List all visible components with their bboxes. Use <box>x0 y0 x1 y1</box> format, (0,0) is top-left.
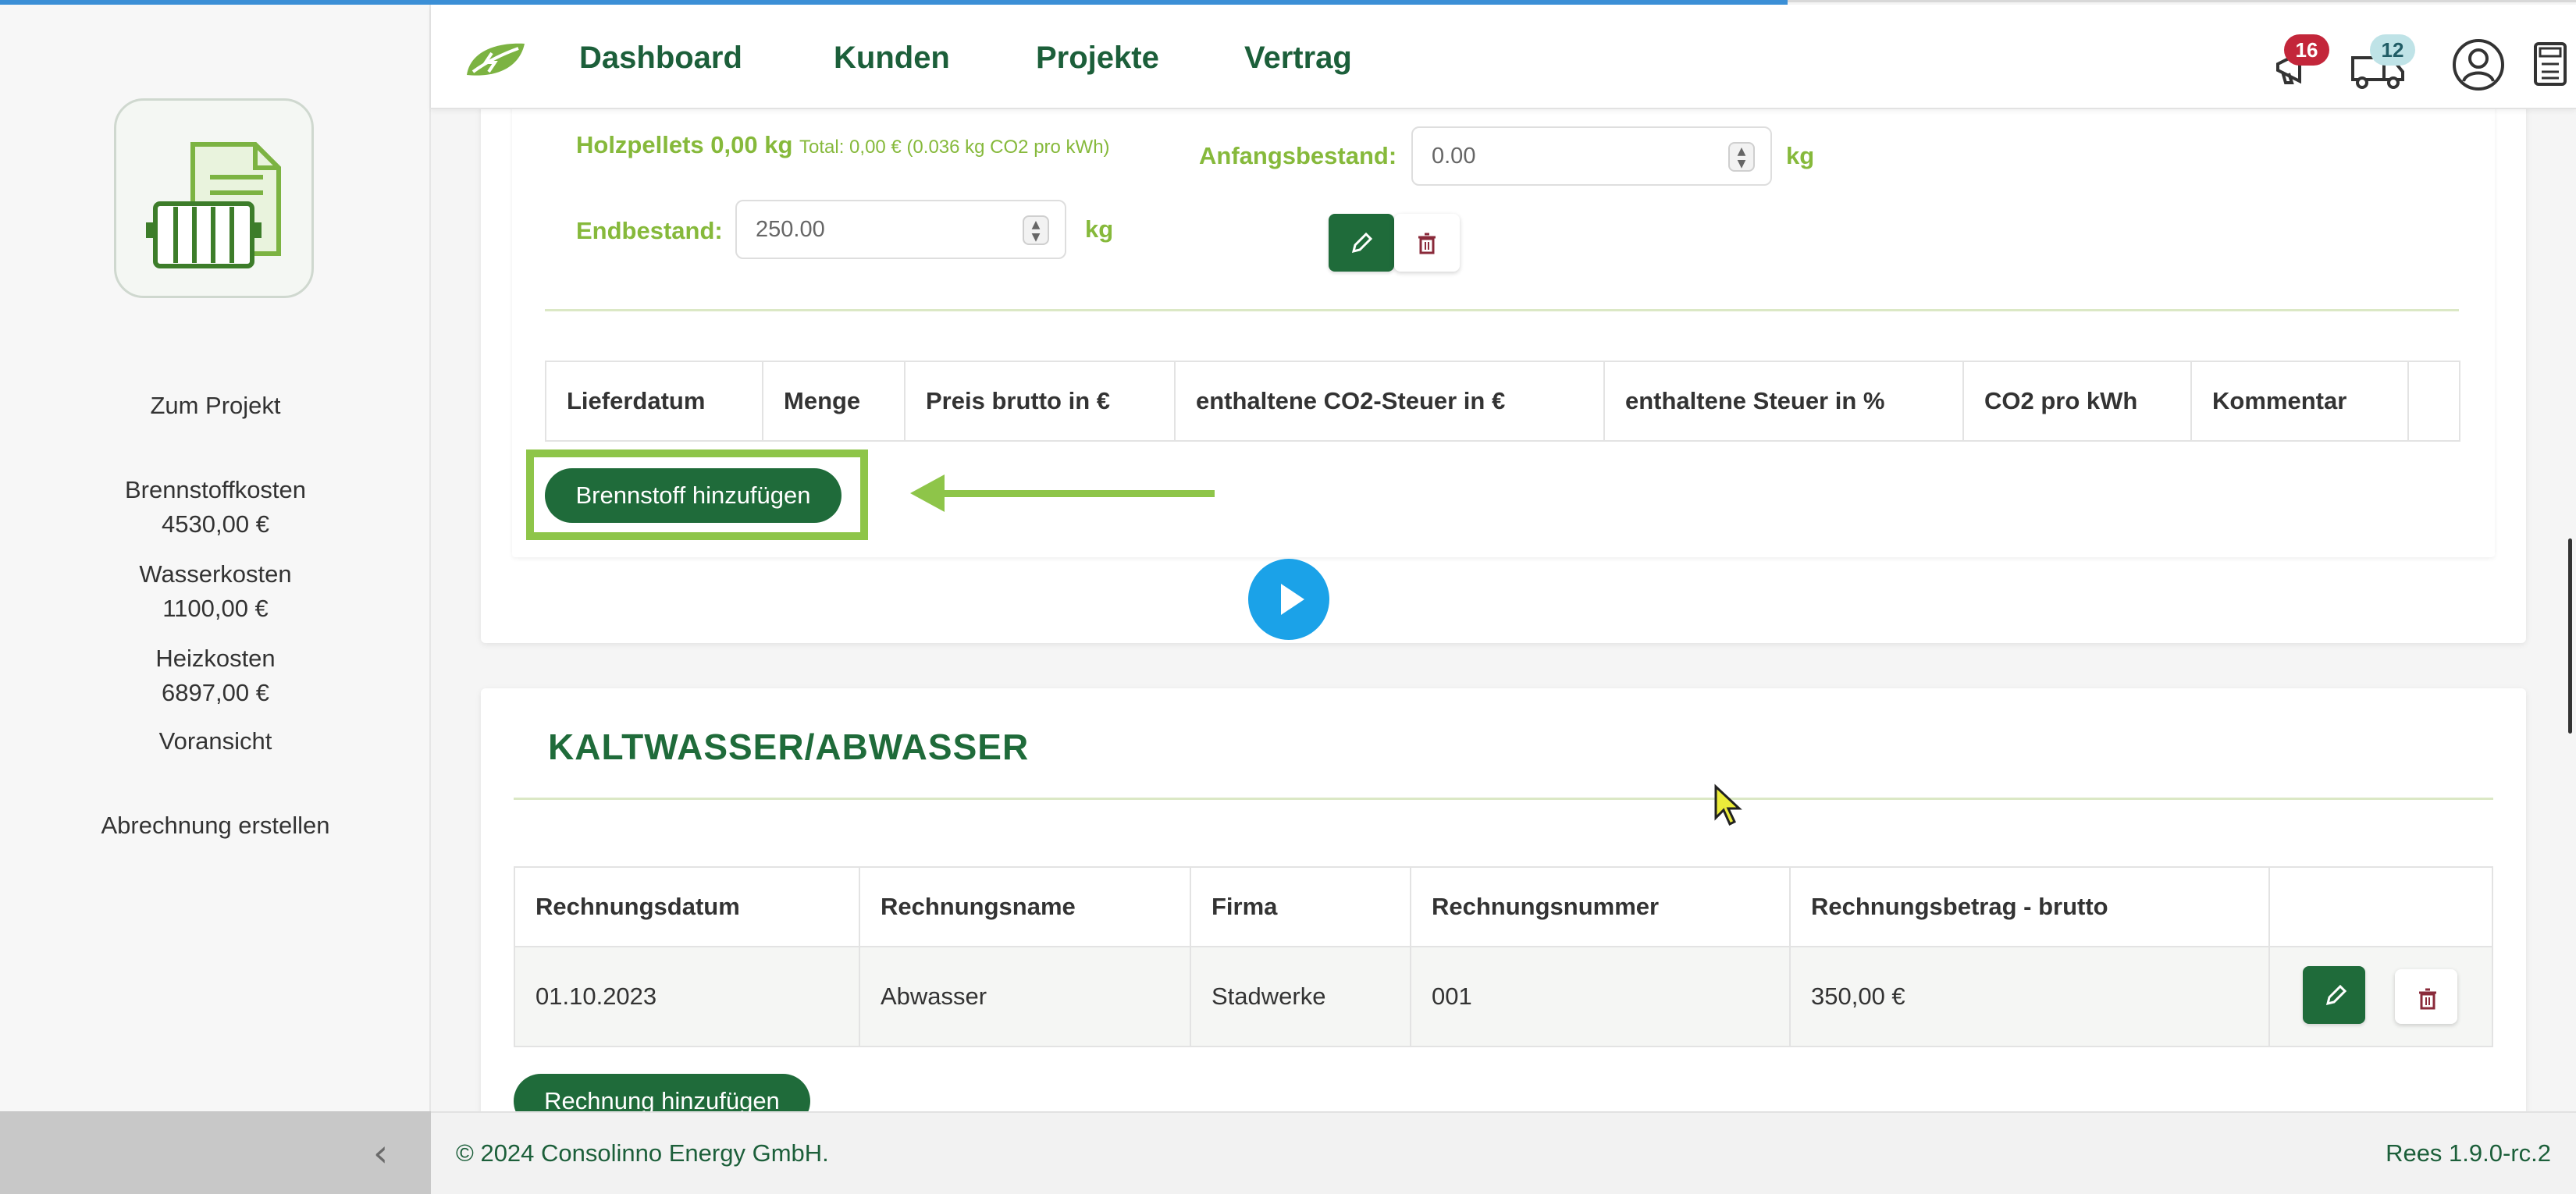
th-co2-steuer[interactable]: enthaltene CO2-Steuer in € <box>1176 362 1605 440</box>
heating-document-icon <box>146 142 281 268</box>
fuel-deliveries-table-header: Lieferdatum Menge Preis brutto in € enth… <box>545 361 2460 442</box>
invoice-company: Stadwerke <box>1191 947 1411 1046</box>
th-rechnungsdatum[interactable]: Rechnungsdatum <box>515 868 860 946</box>
start-stock-value: 0.00 <box>1432 144 1476 169</box>
fuel-divider <box>545 309 2459 311</box>
th-rechnungsnummer[interactable]: Rechnungsnummer <box>1411 868 1791 946</box>
sidebar-link-project[interactable]: Zum Projekt <box>0 389 431 423</box>
start-stock-unit: kg <box>1786 142 1815 169</box>
nav-kunden[interactable]: Kunden <box>834 41 950 76</box>
th-rechnungsname[interactable]: Rechnungsname <box>860 868 1191 946</box>
th-menge[interactable]: Menge <box>763 362 906 440</box>
edit-fuel-button[interactable] <box>1329 214 1394 272</box>
end-stock-value: 250.00 <box>756 217 825 242</box>
fuel-total-text: Total: 0,00 € (0.036 kg CO2 pro kWh) <box>799 137 1110 158</box>
sidebar-link-create-billing[interactable]: Abrechnung erstellen <box>0 808 431 843</box>
end-stock-spinner[interactable]: ▲ ▼ <box>1023 215 1049 245</box>
pencil-icon <box>2325 984 2347 1006</box>
main-content: Holzpellets 0,00 kg Total: 0,00 € (0.036… <box>431 109 2576 1111</box>
page-load-progress <box>0 0 1788 5</box>
delete-fuel-button[interactable] <box>1394 214 1460 272</box>
th-rechnungsbetrag[interactable]: Rechnungsbetrag - brutto <box>1791 868 2270 946</box>
pencil-icon <box>1351 232 1373 254</box>
th-kommentar[interactable]: Kommentar <box>2192 362 2409 440</box>
th-firma[interactable]: Firma <box>1191 868 1411 946</box>
sidebar-link-preview[interactable]: Voransicht <box>0 724 431 759</box>
water-costs-value: 1100,00 € <box>162 595 269 622</box>
sidebar-footer: ‹ <box>0 1111 431 1194</box>
end-stock-label: Endbestand: <box>576 217 723 244</box>
tutorial-arrow-line <box>941 490 1215 497</box>
project-icon-tile[interactable] <box>114 98 314 298</box>
th-preis[interactable]: Preis brutto in € <box>906 362 1176 440</box>
notifications-badge: 16 <box>2284 34 2329 66</box>
deliveries-badge: 12 <box>2370 34 2415 66</box>
scrollbar-thumb[interactable] <box>2568 538 2572 734</box>
end-stock-unit: kg <box>1085 215 1114 243</box>
tutorial-highlight-box <box>526 450 868 540</box>
top-navigation: Dashboard Kunden Projekte Vertrag 16 12 <box>431 5 2576 109</box>
fuel-item-card: Holzpellets 0,00 kg Total: 0,00 € (0.036… <box>512 109 2495 557</box>
sidebar: Zum Projekt Brennstoffkosten 4530,00 € W… <box>0 0 431 1111</box>
end-stock-input[interactable]: 250.00 ▲ ▼ <box>735 200 1066 259</box>
cold-water-divider <box>514 798 2493 800</box>
tutorial-arrow-head <box>910 474 945 512</box>
cold-water-section-card: KALTWASSER/ABWASSER Rechnungsdatum Rechn… <box>481 688 2526 1111</box>
user-icon <box>2453 39 2504 91</box>
start-stock-label: Anfangsbestand: <box>1199 142 1397 169</box>
mouse-cursor-icon <box>1714 784 1742 826</box>
video-play-button[interactable] <box>1248 559 1329 640</box>
user-menu-button[interactable] <box>2451 37 2506 92</box>
fuel-name: Holzpellets 0,00 kg Total: 0,00 € (0.036… <box>576 131 1110 159</box>
fuel-costs-label: Brennstoffkosten <box>124 476 307 503</box>
invoice-name: Abwasser <box>860 947 1191 1046</box>
fuel-costs-value: 4530,00 € <box>162 510 269 538</box>
notifications-button[interactable]: 16 <box>2272 34 2329 92</box>
heating-costs-label: Heizkosten <box>155 645 276 672</box>
brand-logo[interactable] <box>462 39 529 81</box>
page-load-track <box>1788 0 2576 2</box>
add-invoice-button[interactable]: Rechnung hinzufügen <box>514 1074 810 1111</box>
nav-vertrag[interactable]: Vertrag <box>1244 41 1352 76</box>
invoice-date: 01.10.2023 <box>515 947 860 1046</box>
calculator-button[interactable] <box>2531 37 2576 92</box>
invoice-amount: 350,00 € <box>1791 947 2270 1046</box>
th-lieferdatum[interactable]: Lieferdatum <box>546 362 763 440</box>
trash-icon <box>2419 988 2436 1010</box>
nav-projekte[interactable]: Projekte <box>1036 41 1159 76</box>
water-costs-label: Wasserkosten <box>139 560 292 588</box>
delete-invoice-button[interactable] <box>2395 969 2457 1024</box>
copyright-text: © 2024 Consolinno Energy GmbH. <box>456 1139 829 1167</box>
invoice-number: 001 <box>1411 947 1791 1046</box>
start-stock-spinner[interactable]: ▲ ▼ <box>1728 142 1755 172</box>
trash-icon <box>1418 233 1436 254</box>
table-row: 01.10.2023 Abwasser Stadwerke 001 350,00… <box>514 947 2493 1047</box>
invoices-table-header: Rechnungsdatum Rechnungsname Firma Rechn… <box>514 866 2493 947</box>
deliveries-button[interactable]: 12 <box>2350 34 2415 92</box>
cold-water-title: KALTWASSER/ABWASSER <box>548 727 1030 767</box>
heating-costs-value: 6897,00 € <box>162 679 269 706</box>
th-co2-kwh[interactable]: CO2 pro kWh <box>1964 362 2192 440</box>
calculator-icon <box>2534 42 2567 86</box>
start-stock-input[interactable]: 0.00 ▲ ▼ <box>1411 126 1772 186</box>
th-steuer[interactable]: enthaltene Steuer in % <box>1605 362 1964 440</box>
page-footer: © 2024 Consolinno Energy GmbH. Rees 1.9.… <box>431 1111 2576 1194</box>
version-text: Rees 1.9.0-rc.2 <box>2386 1139 2551 1167</box>
edit-invoice-button[interactable] <box>2303 966 2365 1024</box>
nav-dashboard[interactable]: Dashboard <box>579 41 742 76</box>
fuel-name-text: Holzpellets 0,00 kg <box>576 131 793 158</box>
chevron-left-icon[interactable]: ‹ <box>373 1132 388 1175</box>
fuel-section-card: Holzpellets 0,00 kg Total: 0,00 € (0.036… <box>481 109 2526 643</box>
